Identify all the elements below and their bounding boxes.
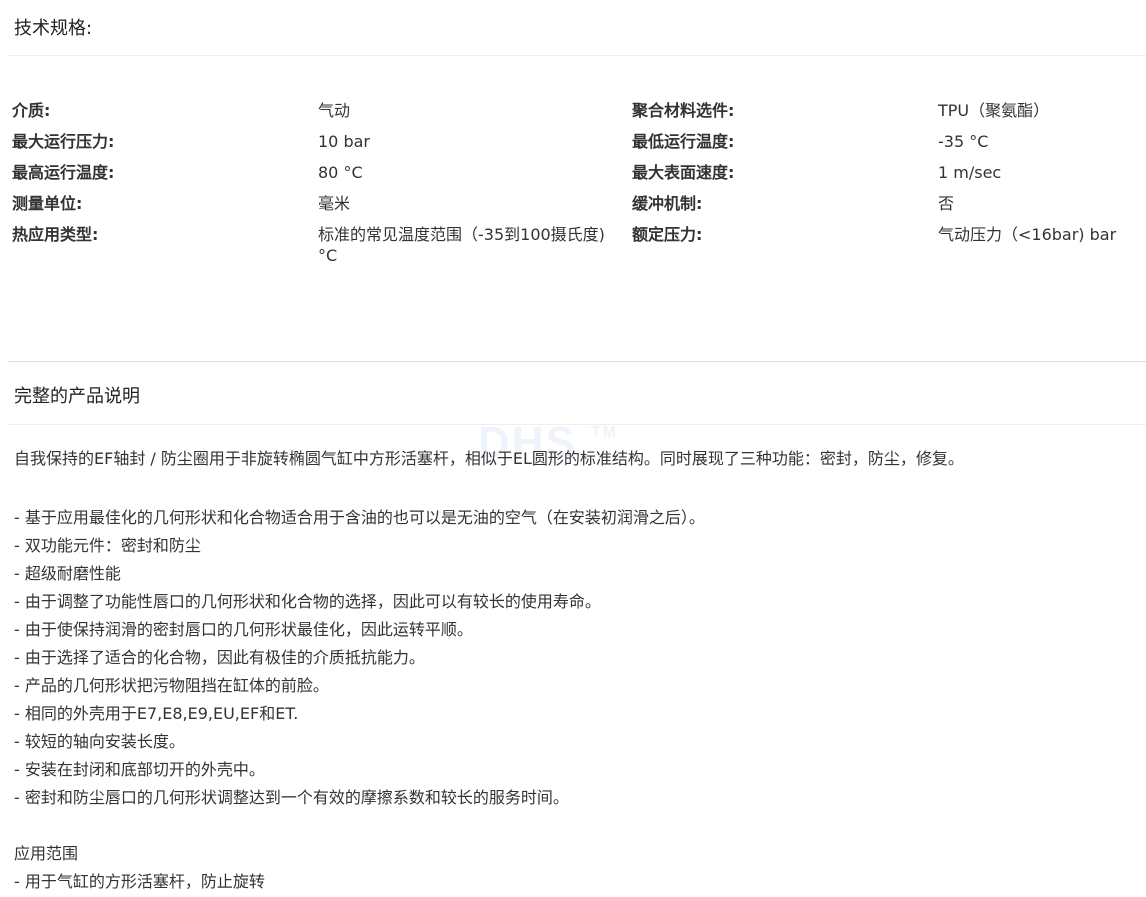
spec-label: 热应用类型: <box>12 225 99 244</box>
application-title: 应用范围 <box>14 844 79 863</box>
spec-row: 最大运行压力: 10 bar 最低运行温度: -35 °C <box>12 131 1142 162</box>
list-item: - 由于调整了功能性唇口的几何形状和化合物的选择，因此可以有较长的使用寿命。 <box>14 592 601 611</box>
spec-row: 测量单位: 毫米 缓冲机制: 否 <box>12 193 1142 224</box>
spec-value: 气动压力（<16bar) bar <box>938 225 1117 244</box>
spec-value: -35 °C <box>938 132 989 151</box>
spec-label: 测量单位: <box>12 194 83 213</box>
spec-label: 最大表面速度: <box>632 163 735 182</box>
list-item: - 相同的外壳用于E7,E8,E9,EU,EF和ET. <box>14 704 299 723</box>
list-item: - 用于气缸的方形活塞杆，防止旋转 <box>14 872 265 891</box>
spec-label: 最高运行温度: <box>12 163 115 182</box>
spec-value: 标准的常见温度范围（-35到100摄氏度) °C <box>318 225 605 265</box>
spec-value: 10 bar <box>318 132 370 151</box>
divider <box>8 55 1146 56</box>
feature-list: - 基于应用最佳化的几何形状和化合物适合用于含油的也可以是无油的空气（在安装初润… <box>14 504 1139 812</box>
watermark-trademark: TM <box>590 424 619 441</box>
description-section-title: 完整的产品说明 <box>14 386 140 407</box>
spec-row: 热应用类型: 标准的常见温度范围（-35到100摄氏度) °C 额定压力: 气动… <box>12 224 1142 266</box>
list-item: - 由于选择了适合的化合物，因此有极佳的介质抵抗能力。 <box>14 648 425 667</box>
list-item: - 安装在封闭和底部切开的外壳中。 <box>14 760 265 779</box>
list-item: - 密封和防尘唇口的几何形状调整达到一个有效的摩擦系数和较长的服务时间。 <box>14 788 569 807</box>
list-item: - 基于应用最佳化的几何形状和化合物适合用于含油的也可以是无油的空气（在安装初润… <box>14 508 705 527</box>
application-list: - 用于气缸的方形活塞杆，防止旋转 <box>14 868 1139 896</box>
spec-label: 最大运行压力: <box>12 132 115 151</box>
spec-label: 聚合材料选件: <box>632 101 735 120</box>
list-item: - 由于使保持润滑的密封唇口的几何形状最佳化，因此运转平顺。 <box>14 620 473 639</box>
spec-row: 最高运行温度: 80 °C 最大表面速度: 1 m/sec <box>12 162 1142 193</box>
spec-value: 80 °C <box>318 163 363 182</box>
spec-value: 气动 <box>318 101 351 120</box>
spec-value: 1 m/sec <box>938 163 1002 182</box>
spec-value: 否 <box>938 194 955 213</box>
spec-label: 缓冲机制: <box>632 194 703 213</box>
list-item: - 双功能元件：密封和防尘 <box>14 536 201 555</box>
product-description: 自我保持的EF轴封 / 防尘圈用于非旋转椭圆气缸中方形活塞杆，相似于EL圆形的标… <box>14 448 1139 896</box>
section-divider <box>8 361 1146 362</box>
page: 技术规格: 介质: 气动 聚合材料选件: TPU（聚氨酯） 最大运行压力: 10… <box>0 0 1146 897</box>
spec-table: 介质: 气动 聚合材料选件: TPU（聚氨酯） 最大运行压力: 10 bar 最… <box>12 100 1142 266</box>
spec-row: 介质: 气动 聚合材料选件: TPU（聚氨酯） <box>12 100 1142 131</box>
list-item: - 较短的轴向安装长度。 <box>14 732 185 751</box>
description-intro: 自我保持的EF轴封 / 防尘圈用于非旋转椭圆气缸中方形活塞杆，相似于EL圆形的标… <box>14 449 964 468</box>
spec-value: 毫米 <box>318 194 351 213</box>
spec-value: TPU（聚氨酯） <box>938 101 1050 120</box>
list-item: - 产品的几何形状把污物阻挡在缸体的前脸。 <box>14 676 329 695</box>
list-item: - 超级耐磨性能 <box>14 564 121 583</box>
spec-label: 最低运行温度: <box>632 132 735 151</box>
spec-section-title: 技术规格: <box>14 18 93 39</box>
spec-label: 额定压力: <box>632 225 703 244</box>
spec-label: 介质: <box>12 101 51 120</box>
